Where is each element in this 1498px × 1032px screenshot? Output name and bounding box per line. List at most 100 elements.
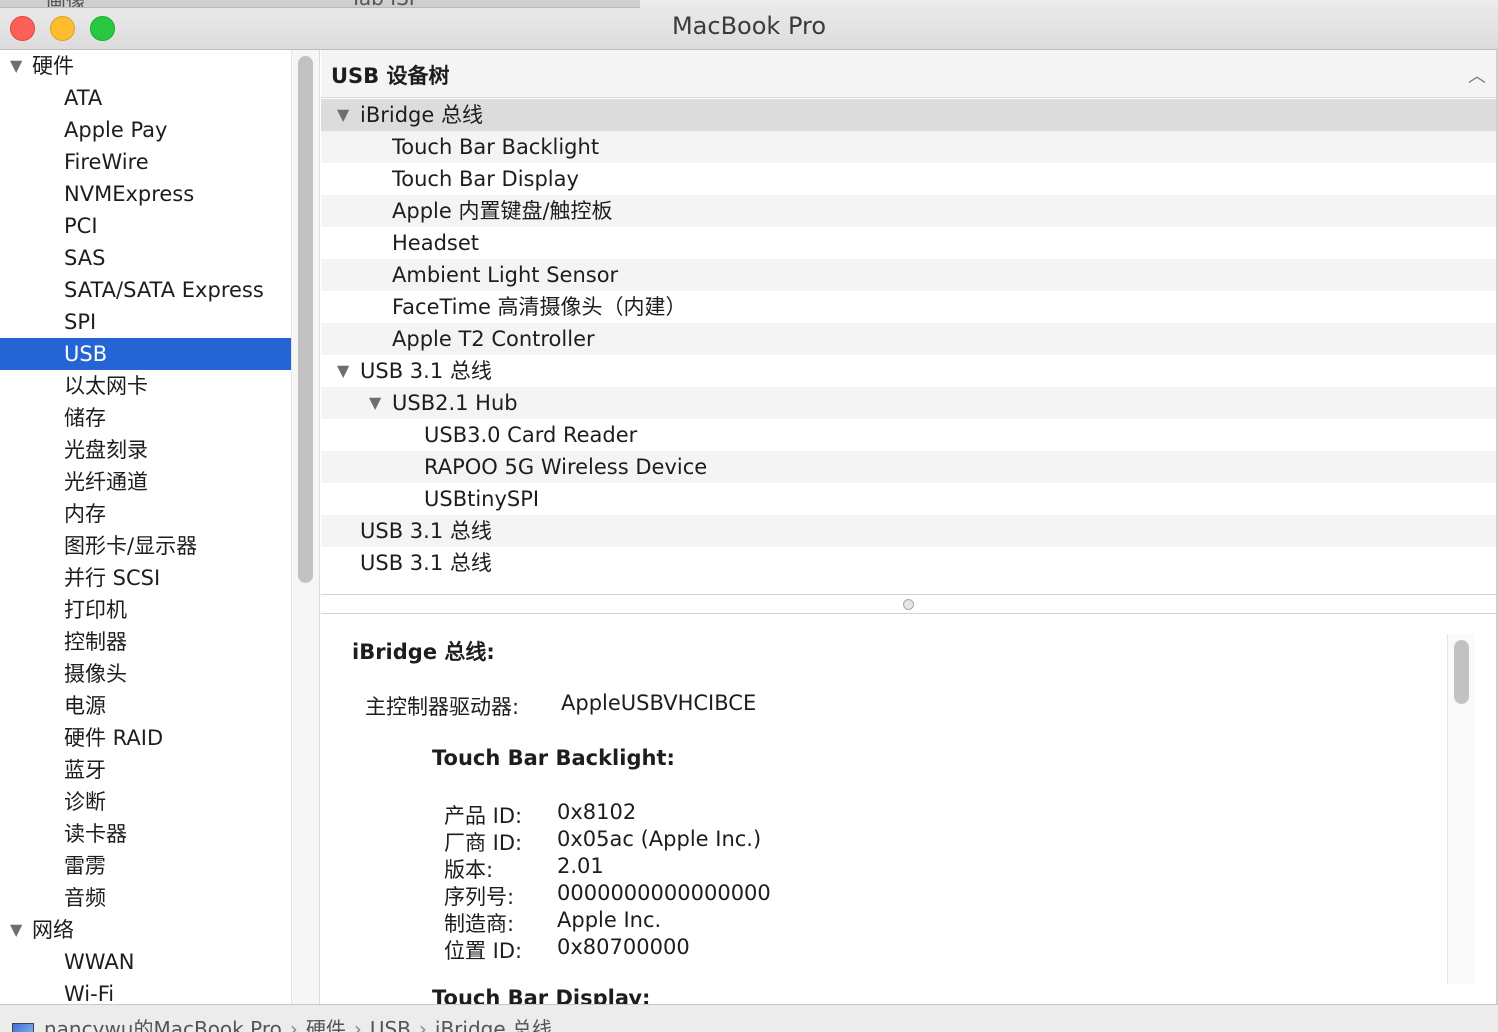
sidebar-item[interactable]: NVMExpress (0, 178, 291, 210)
sidebar-item-label: 光盘刻录 (64, 438, 148, 462)
disclosure-triangle-icon[interactable]: ▼ (369, 387, 381, 419)
next-device-title: Touch Bar Display: (432, 986, 651, 1004)
sidebar-item[interactable]: 硬件 RAID (0, 722, 291, 754)
field-label: 序列号: (444, 885, 515, 909)
tree-row[interactable]: USB 3.1 总线 (321, 547, 1496, 579)
sidebar-group-label: 硬件 (32, 54, 74, 78)
tree-row-label: USB 3.1 总线 (360, 519, 492, 543)
field-value: 0x80700000 (557, 935, 690, 959)
sidebar-item[interactable]: USB (0, 338, 291, 370)
sidebar-item[interactable]: 光纤通道 (0, 466, 291, 498)
tree-row[interactable]: Ambient Light Sensor (321, 259, 1496, 291)
chevron-up-icon[interactable]: ︿ (1468, 62, 1486, 88)
field-label: 厂商 ID: (444, 831, 523, 855)
sidebar-item-label: 控制器 (64, 630, 127, 654)
sidebar-item[interactable]: 储存 (0, 402, 291, 434)
sidebar-item-label: Apple Pay (64, 118, 168, 142)
sidebar-item[interactable]: 摄像头 (0, 658, 291, 690)
tree-row[interactable]: Touch Bar Backlight (321, 131, 1496, 163)
sidebar-item-label: 并行 SCSI (64, 566, 161, 590)
splitter-handle-icon[interactable] (903, 599, 914, 610)
sidebar-item[interactable]: 并行 SCSI (0, 562, 291, 594)
tree-row[interactable]: Headset (321, 227, 1496, 259)
tree-row-label: Headset (392, 231, 480, 255)
tree-header[interactable]: USB 设备树 ︿ (321, 50, 1496, 98)
window-title: MacBook Pro (671, 12, 827, 40)
disclosure-triangle-icon[interactable]: ▼ (337, 355, 349, 387)
breadcrumb-item[interactable]: iBridge 总线 (435, 1017, 552, 1032)
sidebar-item-label: 光纤通道 (64, 470, 148, 494)
sidebar-item-label: FireWire (64, 150, 149, 174)
breadcrumb: nancywu的MacBook Pro › 硬件 › USB › iBridge 总线 (12, 1013, 552, 1032)
tree-row[interactable]: Touch Bar Display (321, 163, 1496, 195)
background-tab-label: 画像 (46, 0, 86, 7)
tree-row[interactable]: ▼ iBridge 总线 (321, 99, 1496, 131)
sidebar-item-label: 读卡器 (64, 822, 127, 846)
background-window-strip: 画像 Tab ISP (0, 0, 640, 8)
field-value: 2.01 (557, 854, 604, 878)
sidebar-item[interactable]: FireWire (0, 146, 291, 178)
sidebar-item[interactable]: 蓝牙 (0, 754, 291, 786)
tree-row[interactable]: ▼ USB2.1 Hub (321, 387, 1496, 419)
sidebar-item[interactable]: SAS (0, 242, 291, 274)
sidebar-item-label: 蓝牙 (64, 758, 106, 782)
host-controller-label: 主控制器驱动器: (365, 695, 520, 719)
tree-row[interactable]: USB3.0 Card Reader (321, 419, 1496, 451)
detail-scroll-thumb[interactable] (1454, 640, 1469, 704)
sidebar-item[interactable]: 音频 (0, 882, 291, 914)
breadcrumb-item[interactable]: USB (370, 1017, 411, 1032)
sidebar-item[interactable]: 光盘刻录 (0, 434, 291, 466)
sidebar-group[interactable]: ▼ 硬件 (0, 50, 291, 82)
tree-row[interactable]: ▼ USB 3.1 总线 (321, 355, 1496, 387)
disclosure-triangle-icon[interactable]: ▼ (10, 50, 22, 82)
sidebar-item-label: USB (64, 342, 108, 366)
chevron-right-icon: › (353, 1017, 362, 1032)
tree-row[interactable]: Apple 内置键盘/触控板 (321, 195, 1496, 227)
sidebar-item[interactable]: Apple Pay (0, 114, 291, 146)
sidebar-item[interactable]: WWAN (0, 946, 291, 978)
sidebar-item[interactable]: 雷雳 (0, 850, 291, 882)
field-label: 产品 ID: (444, 804, 523, 828)
sidebar-item[interactable]: 内存 (0, 498, 291, 530)
tree-row[interactable]: Apple T2 Controller (321, 323, 1496, 355)
sidebar-item[interactable]: PCI (0, 210, 291, 242)
tree-row[interactable]: FaceTime 高清摄像头（内建） (321, 291, 1496, 323)
sidebar-item[interactable]: 控制器 (0, 626, 291, 658)
sidebar-item[interactable]: ATA (0, 82, 291, 114)
tree-row-label: RAPOO 5G Wireless Device (424, 455, 708, 479)
sidebar-item-label: 打印机 (64, 598, 127, 622)
tree-row-label: USBtinySPI (424, 487, 540, 511)
sidebar-item-label: SATA/SATA Express (64, 278, 264, 302)
sidebar-item[interactable]: 打印机 (0, 594, 291, 626)
sidebar-item[interactable]: 读卡器 (0, 818, 291, 850)
sidebar-item[interactable]: Wi-Fi (0, 978, 291, 1004)
field-value: Apple Inc. (557, 908, 662, 932)
sidebar-item-label: 以太网卡 (64, 374, 148, 398)
sidebar-scroll-thumb[interactable] (298, 56, 313, 583)
breadcrumb-item[interactable]: nancywu的MacBook Pro (44, 1017, 282, 1032)
sidebar: ▼ 硬件 ATA Apple Pay FireWire NVMExpress PCI SAS S… (0, 50, 291, 1004)
sidebar-item-label: NVMExpress (64, 182, 195, 206)
sidebar-item-label: 音频 (64, 886, 106, 910)
breadcrumb-item[interactable]: 硬件 (306, 1017, 346, 1032)
pane-splitter[interactable] (321, 594, 1496, 614)
tree-row-label: iBridge 总线 (360, 103, 483, 127)
sidebar-item[interactable]: 以太网卡 (0, 370, 291, 402)
disclosure-triangle-icon[interactable]: ▼ (337, 99, 349, 131)
sidebar-item-label: SPI (64, 310, 97, 334)
sidebar-item-label: SAS (64, 246, 106, 270)
sidebar-item[interactable]: 电源 (0, 690, 291, 722)
field-value: 0000000000000000 (557, 881, 771, 905)
sidebar-item[interactable]: SATA/SATA Express (0, 274, 291, 306)
disclosure-triangle-icon[interactable]: ▼ (10, 914, 22, 946)
tree-row[interactable]: USBtinySPI (321, 483, 1496, 515)
sidebar-item[interactable]: SPI (0, 306, 291, 338)
sidebar-item[interactable]: 诊断 (0, 786, 291, 818)
sidebar-item[interactable]: 图形卡/显示器 (0, 530, 291, 562)
tree-row[interactable]: USB 3.1 总线 (321, 515, 1496, 547)
sidebar-item-label: 摄像头 (64, 662, 127, 686)
field-value: 0x05ac (Apple Inc.) (557, 827, 762, 851)
tree-row[interactable]: RAPOO 5G Wireless Device (321, 451, 1496, 483)
sidebar-group[interactable]: ▼ 网络 (0, 914, 291, 946)
title-bar: 画像 Tab ISP MacBook Pro (0, 0, 1498, 50)
